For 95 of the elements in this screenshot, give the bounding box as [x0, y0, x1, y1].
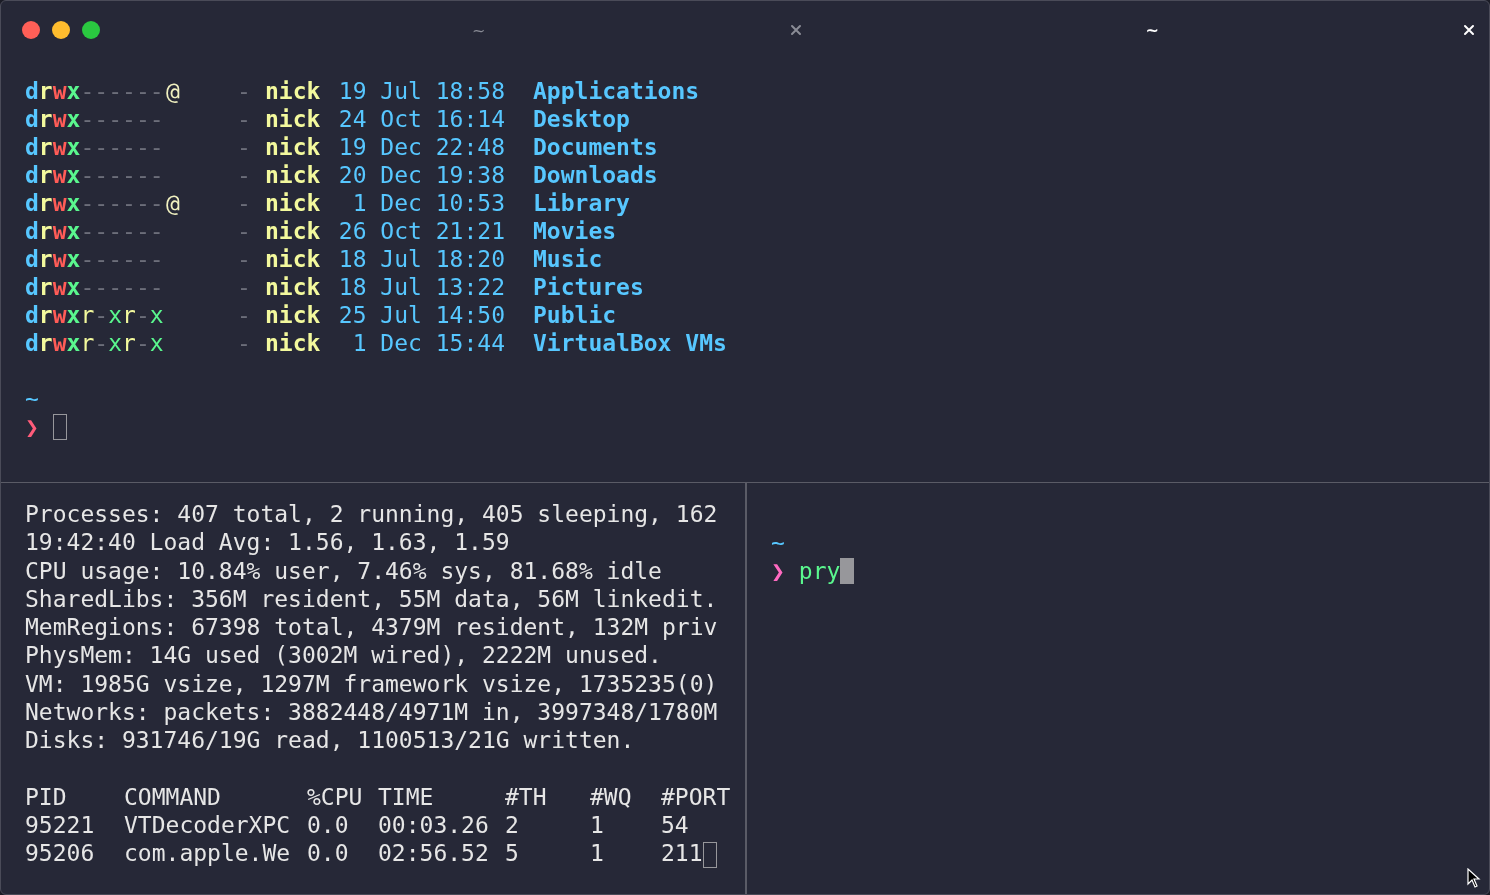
directory-name: Public [533, 301, 617, 329]
file-owner: nick [265, 161, 322, 189]
terminal-tab[interactable]: ~ [142, 1, 816, 59]
prompt-symbol: ❯ [771, 558, 785, 584]
stats-line: SharedLibs: 356M resident, 55M data, 56M linkedit. [25, 584, 719, 614]
stats-line: PhysMem: 14G used (3002M wired), 2222M unused. [25, 641, 663, 670]
file-size: - [237, 189, 252, 217]
current-directory: ~ [25, 385, 40, 413]
stats-line: VM: 1985G vsize, 1297M framework vsize, 1735235(0) [25, 669, 719, 699]
table-cell: 95206 [25, 840, 95, 867]
modified-date: 1 Dec 10:53 [351, 189, 505, 217]
file-size: - [237, 105, 252, 133]
file-size: - [237, 329, 252, 357]
close-window-button[interactable] [22, 21, 40, 39]
column-header: COMMAND [124, 782, 307, 811]
modified-date: 18 Jul 13:22 [337, 273, 505, 301]
file-size: - [237, 161, 252, 189]
directory-name: Documents [533, 133, 658, 161]
stats-line: Disks: 931746/19G read, 1100513/21G written. [25, 726, 636, 755]
permissions-text: drwx------ [25, 189, 165, 217]
stats-line: Networks: packets: 3882448/4971M in, 3997348/1780M [25, 698, 719, 727]
table-cell: 95221 [25, 811, 95, 838]
stats-line: CPU usage: 10.84% user, 7.46% sys, 81.68% idle [25, 556, 663, 585]
modified-date: 26 Oct 21:21 [337, 217, 505, 245]
command-text: pry [798, 558, 841, 584]
column-header: PID [25, 782, 68, 811]
modified-date: 19 Dec 22:48 [337, 133, 505, 161]
file-owner: nick [265, 105, 322, 133]
file-owner: nick [265, 329, 322, 357]
file-owner: nick [265, 301, 322, 329]
permissions-text: drwx------ [25, 133, 165, 161]
permissions-text: drwx------ [25, 245, 165, 273]
column-header: #WQ [590, 782, 661, 811]
modified-date: 24 Oct 16:14 [337, 105, 505, 133]
table-cell: 211 [661, 840, 703, 867]
column-header: #PORT [661, 782, 732, 811]
file-size: - [237, 301, 252, 329]
table-cell: 2 [505, 811, 519, 838]
directory-name: VirtualBox VMs [533, 329, 727, 357]
stats-line: Processes: 407 total, 2 running, 405 sleeping, 162 [25, 500, 719, 529]
file-owner: nick [265, 245, 322, 273]
directory-name: Pictures [533, 273, 644, 301]
file-owner: nick [265, 217, 322, 245]
file-size: - [237, 133, 252, 161]
xattr-marker: @ [166, 190, 180, 216]
table-cell: 02:56.52 [378, 840, 489, 867]
column-header: #TH [505, 782, 590, 811]
file-size: - [237, 273, 252, 301]
file-owner: nick [265, 189, 322, 217]
column-header: %CPU [307, 782, 378, 811]
current-directory: ~ [771, 529, 786, 557]
directory-name: Movies [533, 217, 617, 245]
zoom-window-button[interactable] [82, 21, 100, 39]
stats-line: 19:42:40 Load Avg: 1.56, 1.63, 1.59 [25, 528, 511, 557]
terminal-tab[interactable]: ~ [815, 1, 1489, 59]
table-cell: 1 [590, 840, 604, 867]
directory-name: Library [533, 189, 630, 217]
directory-name: Desktop [533, 105, 630, 133]
directory-name: Downloads [533, 161, 658, 189]
directory-name: Applications [533, 77, 700, 105]
table-cell: 00:03.26 [378, 811, 489, 838]
table-cell: 0.0 [307, 811, 349, 838]
table-cell: VTDecoderXPC [124, 811, 291, 838]
modified-date: 18 Jul 18:20 [337, 245, 505, 273]
file-size: - [237, 245, 252, 273]
file-owner: nick [265, 273, 322, 301]
permissions-text: drwx------ [25, 77, 165, 105]
table-cell: 54 [661, 811, 689, 838]
modified-date: 25 Jul 14:50 [337, 301, 505, 329]
file-size: - [237, 77, 252, 105]
table-cell: 1 [590, 811, 604, 838]
xattr-marker: @ [166, 78, 180, 104]
table-cell: 5 [505, 840, 519, 867]
permissions-text: drwx------ [25, 105, 165, 133]
modified-date: 19 Jul 18:58 [337, 77, 505, 105]
modified-date: 20 Dec 19:38 [337, 161, 505, 189]
tab-title: ~ [1145, 20, 1159, 40]
permissions-text: drwx------ [25, 273, 165, 301]
table-cell: 0.0 [307, 840, 349, 867]
stats-line: MemRegions: 67398 total, 4379M resident, 132M priv [25, 613, 719, 642]
file-size: - [237, 217, 252, 245]
file-owner: nick [265, 77, 322, 105]
tab-title: ~ [472, 20, 486, 40]
modified-date: 1 Dec 15:44 [351, 329, 505, 357]
table-cell: com.apple.We [124, 840, 291, 867]
permissions-text: drwxr-xr-x [25, 329, 165, 357]
minimize-window-button[interactable] [52, 21, 70, 39]
prompt-symbol: ❯ [25, 414, 39, 440]
mouse-pointer-icon [1467, 868, 1481, 888]
permissions-text: drwx------ [25, 217, 165, 245]
permissions-text: drwx------ [25, 161, 165, 189]
file-owner: nick [265, 133, 322, 161]
directory-name: Music [533, 245, 603, 273]
column-header: TIME [378, 782, 505, 811]
permissions-text: drwxr-xr-x [25, 301, 165, 329]
